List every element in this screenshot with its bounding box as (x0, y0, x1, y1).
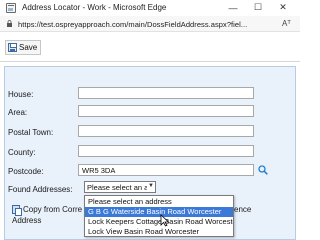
found-addresses-label: Found Addresses: (8, 185, 73, 194)
postcode-label: Postcode: (8, 167, 44, 176)
found-addresses-select[interactable]: Please select an a (84, 181, 156, 193)
save-button-label: Save (19, 43, 38, 52)
title-bar: Address Locator - Work - Microsoft Edge … (0, 0, 300, 16)
url-text[interactable]: https://test.ospreyapproach.com/main/Dos… (18, 20, 247, 29)
toolbar: Save (0, 32, 300, 62)
copy-icon[interactable] (12, 205, 22, 216)
save-button[interactable]: Save (5, 40, 42, 55)
maximize-icon[interactable]: ☐ (249, 1, 267, 14)
app-window-icon (6, 3, 16, 13)
dropdown-option[interactable]: Lock View Basin Road Worcester (85, 227, 233, 237)
read-aloud-icon[interactable]: Aᵀ (282, 19, 291, 28)
dropdown-option[interactable]: Lock Keepers Cottage Basin Road Worceste… (85, 217, 233, 227)
search-icon[interactable] (258, 165, 268, 175)
minimize-icon[interactable]: — (224, 1, 242, 14)
lock-icon (7, 20, 12, 27)
close-icon[interactable]: ✕ (274, 1, 292, 14)
postal-town-input[interactable] (78, 125, 254, 137)
dropdown-option-selected[interactable]: G B G Waterside Basin Road Worcester (85, 207, 233, 217)
house-label: House: (8, 90, 34, 99)
window-title: Address Locator - Work - Microsoft Edge (22, 3, 167, 12)
dropdown-option[interactable]: Please select an address (85, 197, 233, 207)
copy-address-label-tail: ence (234, 205, 252, 214)
address-bar[interactable]: https://test.ospreyapproach.com/main/Dos… (0, 16, 300, 32)
area-input[interactable] (78, 105, 254, 117)
browser-window: Address Locator - Work - Microsoft Edge … (0, 0, 300, 240)
found-addresses-dropdown-list[interactable]: Please select an address G B G Waterside… (84, 195, 234, 237)
copy-address-label-line2: Address (12, 216, 42, 225)
chevron-down-icon[interactable]: ▼ (147, 183, 155, 191)
county-label: County: (8, 148, 36, 157)
mouse-cursor-icon (160, 214, 170, 227)
house-input[interactable] (78, 87, 254, 99)
area-label: Area: (8, 108, 28, 117)
copy-address-label[interactable]: Copy from Corre (23, 205, 82, 214)
floppy-disk-icon (8, 43, 17, 52)
postal-town-label: Postal Town: (8, 128, 54, 137)
county-input[interactable] (78, 145, 254, 157)
postcode-input[interactable] (78, 164, 254, 176)
